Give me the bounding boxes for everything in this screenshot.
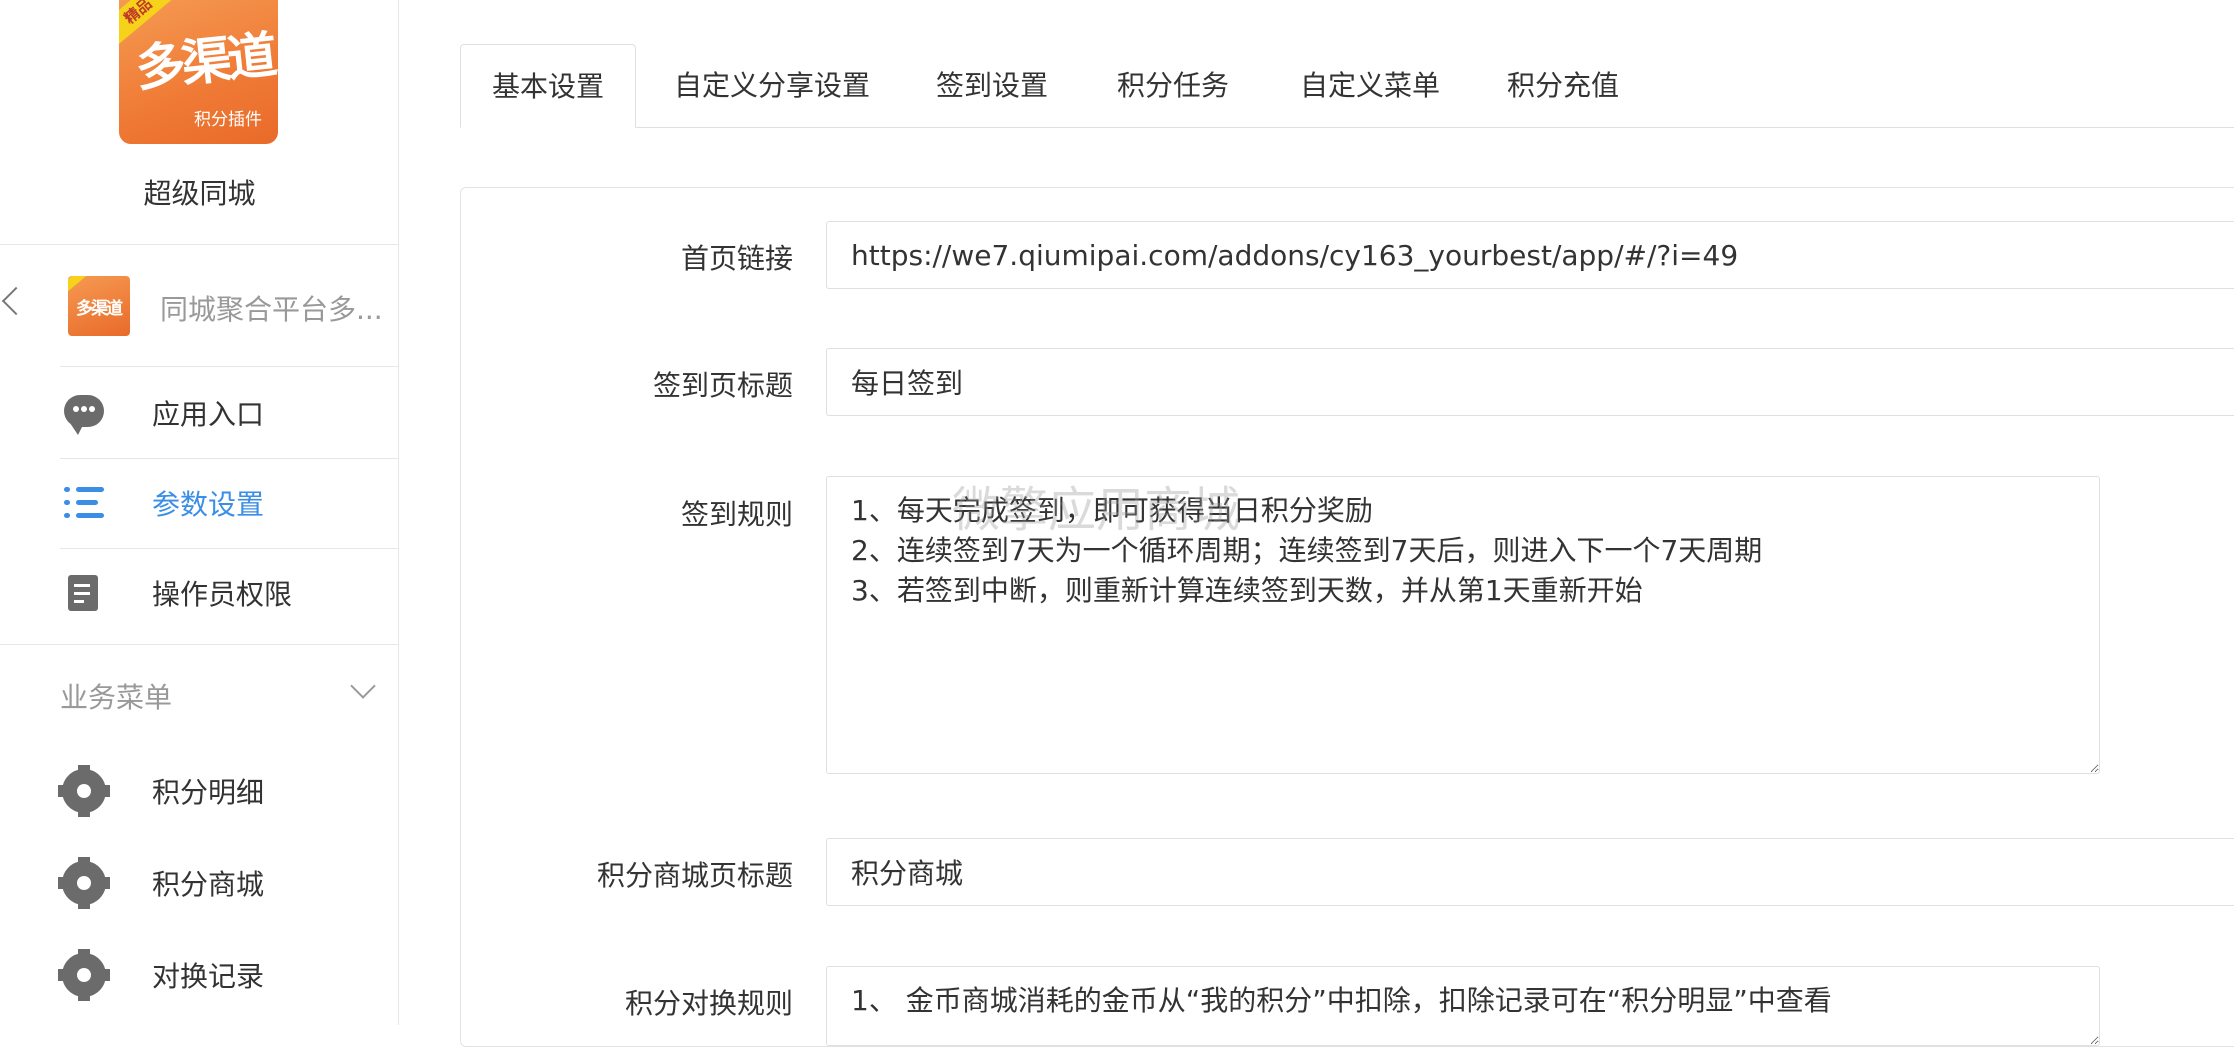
nav-item-points-mall[interactable]: 积分商城	[0, 838, 399, 928]
app-name: 超级同城	[143, 177, 256, 210]
chevron-down-icon[interactable]	[350, 673, 376, 699]
tab-custom-share[interactable]: 自定义分享设置	[672, 44, 872, 127]
home-link-label: 首页链接	[680, 242, 793, 275]
tab-signin-settings[interactable]: 签到设置	[931, 44, 1053, 127]
divider	[60, 366, 399, 367]
tab-custom-menu[interactable]: 自定义菜单	[1294, 44, 1446, 127]
logo-subtitle: 积分插件	[194, 110, 262, 130]
gear-icon	[58, 765, 110, 817]
nav-item-label: 积分明细	[152, 776, 265, 809]
sidebar: 精品 多渠道 积分插件 超级同城 多渠道 同城聚合平台多... 应用入口 参数设…	[0, 0, 399, 1025]
mall-title-label: 积分商城页标题	[596, 859, 793, 892]
signin-title-input[interactable]	[826, 348, 2234, 416]
signin-rules-label: 签到规则	[680, 498, 793, 531]
exchange-rules-textarea[interactable]: 1、 金币商城消耗的金币从“我的积分”中扣除，扣除记录可在“积分明显”中查看	[826, 966, 2100, 1046]
tab-basic-settings[interactable]: 基本设置	[460, 44, 636, 128]
section-title: 业务菜单	[60, 681, 173, 714]
back-arrow-icon[interactable]	[1, 286, 31, 316]
signin-rules-textarea[interactable]: 1、每天完成签到，即可获得当日积分奖励 2、连续签到7天为一个循环周期；连续签到…	[826, 476, 2100, 774]
nav-item-label: 操作员权限	[152, 578, 293, 611]
tab-points-tasks[interactable]: 积分任务	[1112, 44, 1234, 127]
mall-title-input[interactable]	[826, 838, 2234, 906]
nav-item-param-settings[interactable]: 参数设置	[0, 458, 399, 548]
home-link-input[interactable]	[826, 221, 2234, 289]
nav-item-label: 应用入口	[152, 398, 265, 431]
nav-item-operator-permissions[interactable]: 操作员权限	[0, 548, 399, 638]
exchange-rules-label: 积分对换规则	[624, 987, 793, 1020]
nav-item-exchange-records[interactable]: 对换记录	[0, 930, 399, 1020]
settings-tabs: 基本设置 自定义分享设置 签到设置 积分任务 自定义菜单 积分充值	[460, 44, 2234, 128]
tab-points-recharge[interactable]: 积分充值	[1502, 44, 1624, 127]
nav-item-points-detail[interactable]: 积分明细	[0, 746, 399, 836]
signin-title-label: 签到页标题	[652, 369, 793, 402]
logo-title: 多渠道	[132, 25, 277, 99]
gear-icon	[58, 857, 110, 909]
app-logo: 精品 多渠道 积分插件	[119, 0, 278, 144]
plugin-logo: 多渠道	[68, 276, 130, 336]
gear-icon	[58, 949, 110, 1001]
nav-item-label: 对换记录	[152, 960, 265, 993]
nav-item-label: 参数设置	[152, 488, 265, 521]
nav-item-label: 积分商城	[152, 868, 265, 901]
plugin-switcher[interactable]: 多渠道 同城聚合平台多...	[0, 244, 399, 366]
plugin-name: 同城聚合平台多...	[160, 293, 383, 326]
list-settings-icon	[64, 483, 104, 523]
chat-bubble-icon	[64, 393, 104, 435]
nav-item-app-entry[interactable]: 应用入口	[0, 368, 399, 458]
edit-document-icon	[64, 573, 104, 613]
divider	[0, 644, 399, 645]
